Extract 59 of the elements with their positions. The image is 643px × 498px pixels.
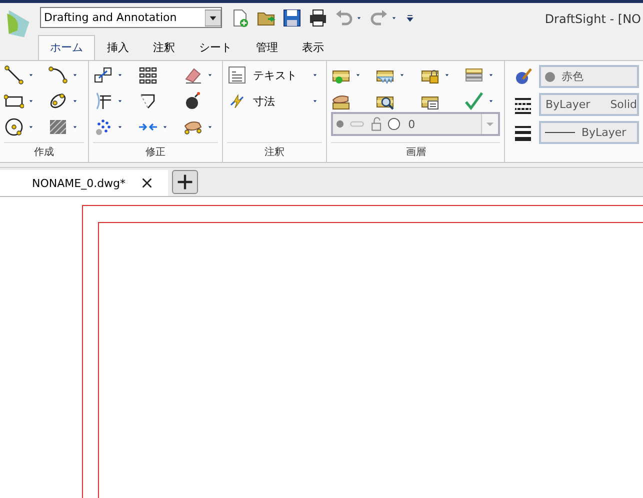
caret-icon[interactable] bbox=[206, 123, 214, 131]
document-tab[interactable]: NONAME_0.dwg* bbox=[0, 170, 168, 196]
paint-brush-icon[interactable] bbox=[513, 66, 534, 86]
ellipse-icon[interactable] bbox=[48, 91, 68, 111]
caret-icon[interactable] bbox=[71, 123, 80, 131]
grid-icon[interactable] bbox=[138, 65, 158, 85]
panel-title: 修正 bbox=[93, 142, 218, 162]
caret-icon[interactable] bbox=[116, 97, 124, 105]
caret-icon[interactable] bbox=[27, 71, 35, 79]
color-dropdown[interactable]: 赤色 bbox=[539, 65, 639, 88]
ribbon-tab[interactable]: 管理 bbox=[244, 35, 290, 60]
checkmark-icon[interactable] bbox=[464, 91, 484, 111]
move-icon[interactable] bbox=[93, 65, 114, 85]
caret-icon[interactable] bbox=[116, 123, 124, 131]
linetype-dropdown[interactable]: ByLayer Solid bbox=[539, 93, 639, 116]
caret-icon[interactable] bbox=[311, 71, 320, 79]
ribbon-tab[interactable]: シート bbox=[187, 35, 244, 60]
dropdown-arrow-icon[interactable] bbox=[205, 8, 221, 28]
dot-icon bbox=[336, 120, 344, 128]
caret-icon[interactable] bbox=[487, 97, 496, 105]
caret-icon[interactable] bbox=[354, 71, 362, 79]
caret-icon[interactable] bbox=[71, 71, 80, 79]
new-tab-button[interactable] bbox=[172, 170, 198, 194]
workspace-dropdown[interactable]: Drafting and Annotation bbox=[40, 7, 222, 28]
caret-icon[interactable] bbox=[27, 97, 35, 105]
hatch-icon[interactable] bbox=[48, 117, 68, 137]
ribbon-tab[interactable]: 注釈 bbox=[141, 35, 187, 60]
ribbon-button[interactable]: 寸法 bbox=[227, 91, 306, 111]
ribbon-button[interactable]: テキスト bbox=[227, 65, 306, 85]
layer-dropdown[interactable]: 0 bbox=[331, 112, 500, 136]
caret-icon[interactable] bbox=[311, 97, 320, 105]
window-title: DraftSight - [NO bbox=[544, 12, 642, 26]
plus-icon[interactable] bbox=[176, 173, 194, 191]
arc-icon[interactable] bbox=[48, 65, 68, 85]
caret-icon[interactable] bbox=[161, 123, 170, 131]
circle-icon bbox=[387, 117, 402, 131]
circle-icon[interactable] bbox=[4, 117, 24, 137]
caret-icon[interactable] bbox=[206, 71, 214, 79]
caret-icon[interactable] bbox=[27, 123, 35, 131]
caret-icon[interactable] bbox=[398, 71, 406, 79]
lineweight-dropdown[interactable]: ByLayer bbox=[539, 121, 639, 144]
line-sample bbox=[545, 132, 576, 133]
dot-icon bbox=[545, 72, 556, 82]
text-icon bbox=[227, 65, 248, 85]
panel-title: 注釈 bbox=[227, 142, 322, 162]
ribbon-tab[interactable]: 表示 bbox=[290, 35, 336, 60]
panel-title: 作成 bbox=[4, 142, 84, 162]
close-icon[interactable] bbox=[140, 176, 154, 190]
caret-icon[interactable] bbox=[116, 71, 124, 79]
caret-icon[interactable] bbox=[71, 97, 80, 105]
save-icon[interactable] bbox=[282, 8, 302, 28]
line-icon[interactable] bbox=[4, 65, 24, 85]
caret-icon[interactable] bbox=[487, 71, 496, 79]
ribbon-tab[interactable]: 挿入 bbox=[95, 35, 141, 60]
panel-title: 画層 bbox=[331, 142, 500, 162]
print-icon[interactable] bbox=[308, 8, 328, 28]
ribbon-tab[interactable]: ホーム bbox=[38, 35, 95, 60]
dots-icon[interactable] bbox=[93, 117, 114, 137]
caret-icon[interactable] bbox=[442, 71, 451, 79]
